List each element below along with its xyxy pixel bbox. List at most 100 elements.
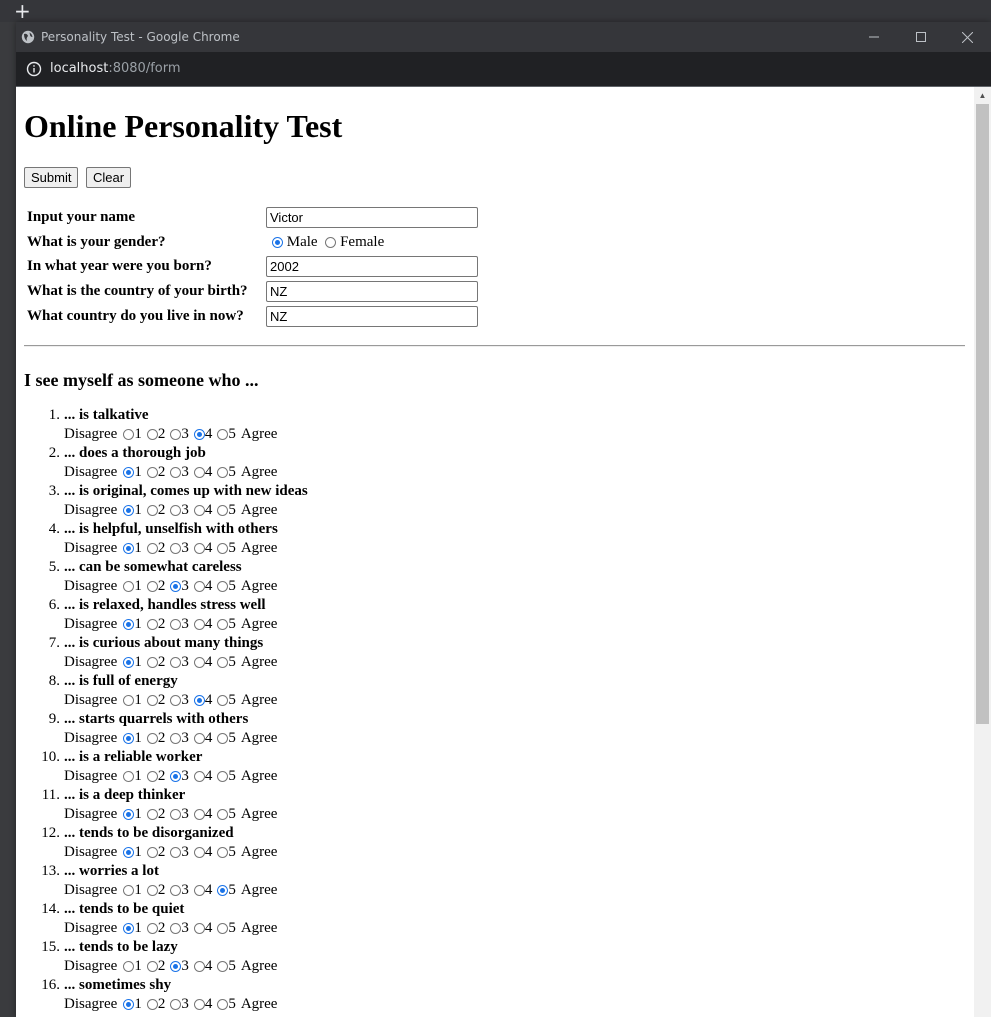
- rating-radio-2[interactable]: [146, 733, 158, 745]
- rating-radio-3[interactable]: [170, 923, 182, 935]
- rating-radio-5[interactable]: [217, 999, 229, 1011]
- rating-radio-2[interactable]: [146, 619, 158, 631]
- new-tab-plus-icon[interactable]: +: [14, 0, 31, 22]
- close-icon[interactable]: [944, 22, 990, 52]
- rating-radio-5[interactable]: [217, 771, 229, 783]
- rating-radio-4[interactable]: [193, 923, 205, 935]
- rating-radio-2[interactable]: [146, 543, 158, 555]
- rating-radio-3[interactable]: [170, 847, 182, 859]
- maximize-icon[interactable]: [898, 22, 944, 52]
- rating-radio-5[interactable]: [217, 733, 229, 745]
- rating-radio-2[interactable]: [146, 467, 158, 479]
- rating-radio-1[interactable]: [123, 543, 135, 555]
- rating-radio-2[interactable]: [146, 961, 158, 973]
- rating-radio-5[interactable]: [217, 619, 229, 631]
- rating-radio-2[interactable]: [146, 809, 158, 821]
- rating-radio-1[interactable]: [123, 467, 135, 479]
- rating-radio-5[interactable]: [217, 961, 229, 973]
- scroll-up-arrow-icon[interactable]: ▲: [974, 87, 991, 104]
- rating-radio-2[interactable]: [146, 429, 158, 441]
- rating-radio-3[interactable]: [170, 809, 182, 821]
- address-bar[interactable]: localhost:8080/form: [16, 52, 991, 87]
- rating-radio-1[interactable]: [123, 809, 135, 821]
- rating-radio-4[interactable]: [193, 733, 205, 745]
- rating-radio-4[interactable]: [193, 885, 205, 897]
- rating-radio-1[interactable]: [123, 885, 135, 897]
- rating-radio-5[interactable]: [217, 847, 229, 859]
- rating-radio-4[interactable]: [193, 581, 205, 593]
- rating-radio-3[interactable]: [170, 619, 182, 631]
- rating-radio-2[interactable]: [146, 581, 158, 593]
- rating-radio-3[interactable]: [170, 467, 182, 479]
- rating-radio-5[interactable]: [217, 923, 229, 935]
- rating-radio-3[interactable]: [170, 581, 182, 593]
- rating-radio-1[interactable]: [123, 619, 135, 631]
- rating-radio-1[interactable]: [123, 771, 135, 783]
- rating-radio-5[interactable]: [217, 429, 229, 441]
- rating-radio-3[interactable]: [170, 733, 182, 745]
- clear-button[interactable]: Clear: [86, 167, 132, 188]
- minimize-icon[interactable]: [851, 22, 897, 52]
- rating-radio-1[interactable]: [123, 429, 135, 441]
- rating-radio-2[interactable]: [146, 505, 158, 517]
- rating-radio-4[interactable]: [193, 695, 205, 707]
- rating-radio-4[interactable]: [193, 429, 205, 441]
- rating-radio-2[interactable]: [146, 999, 158, 1011]
- rating-radio-3[interactable]: [170, 999, 182, 1011]
- url-text[interactable]: localhost:8080/form: [50, 52, 181, 86]
- info-icon[interactable]: [26, 61, 42, 77]
- rating-radio-4[interactable]: [193, 543, 205, 555]
- rating-radio-3[interactable]: [170, 695, 182, 707]
- rating-radio-2[interactable]: [146, 771, 158, 783]
- rating-radio-1[interactable]: [123, 961, 135, 973]
- rating-radio-3[interactable]: [170, 429, 182, 441]
- rating-radio-5[interactable]: [217, 581, 229, 593]
- name-input[interactable]: [266, 207, 478, 228]
- rating-radio-5[interactable]: [217, 885, 229, 897]
- rating-radio-1[interactable]: [123, 733, 135, 745]
- rating-radio-4[interactable]: [193, 961, 205, 973]
- rating-radio-3[interactable]: [170, 885, 182, 897]
- rating-radio-2[interactable]: [146, 923, 158, 935]
- birth-year-input[interactable]: [266, 256, 478, 277]
- rating-radio-5[interactable]: [217, 809, 229, 821]
- rating-radio-1[interactable]: [123, 695, 135, 707]
- rating-radio-3[interactable]: [170, 657, 182, 669]
- birth-country-input[interactable]: [266, 281, 478, 302]
- rating-radio-4[interactable]: [193, 505, 205, 517]
- rating-radio-1[interactable]: [123, 581, 135, 593]
- rating-radio-4[interactable]: [193, 809, 205, 821]
- rating-radio-3[interactable]: [170, 543, 182, 555]
- rating-radio-4[interactable]: [193, 467, 205, 479]
- rating-value-label: 3: [181, 882, 189, 898]
- rating-radio-5[interactable]: [217, 657, 229, 669]
- rating-radio-3[interactable]: [170, 505, 182, 517]
- rating-radio-2[interactable]: [146, 885, 158, 897]
- rating-radio-2[interactable]: [146, 847, 158, 859]
- rating-radio-5[interactable]: [217, 543, 229, 555]
- rating-radio-1[interactable]: [123, 505, 135, 517]
- live-country-input[interactable]: [266, 306, 478, 327]
- rating-radio-4[interactable]: [193, 847, 205, 859]
- rating-radio-1[interactable]: [123, 999, 135, 1011]
- gender-female-radio[interactable]: [325, 237, 337, 249]
- rating-radio-2[interactable]: [146, 657, 158, 669]
- rating-radio-5[interactable]: [217, 505, 229, 517]
- rating-radio-3[interactable]: [170, 771, 182, 783]
- rating-radio-4[interactable]: [193, 657, 205, 669]
- submit-button[interactable]: Submit: [24, 167, 79, 188]
- scroll-thumb[interactable]: [976, 104, 989, 724]
- vertical-scrollbar[interactable]: ▲: [974, 87, 991, 1017]
- rating-radio-1[interactable]: [123, 657, 135, 669]
- rating-radio-4[interactable]: [193, 619, 205, 631]
- rating-radio-4[interactable]: [193, 999, 205, 1011]
- rating-option: 4: [193, 730, 212, 747]
- gender-male-radio[interactable]: [272, 237, 283, 249]
- rating-radio-1[interactable]: [123, 847, 135, 859]
- rating-radio-1[interactable]: [123, 923, 135, 935]
- rating-radio-4[interactable]: [193, 771, 205, 783]
- rating-radio-2[interactable]: [146, 695, 158, 707]
- rating-radio-5[interactable]: [217, 467, 229, 479]
- rating-radio-5[interactable]: [217, 695, 229, 707]
- rating-radio-3[interactable]: [170, 961, 182, 973]
